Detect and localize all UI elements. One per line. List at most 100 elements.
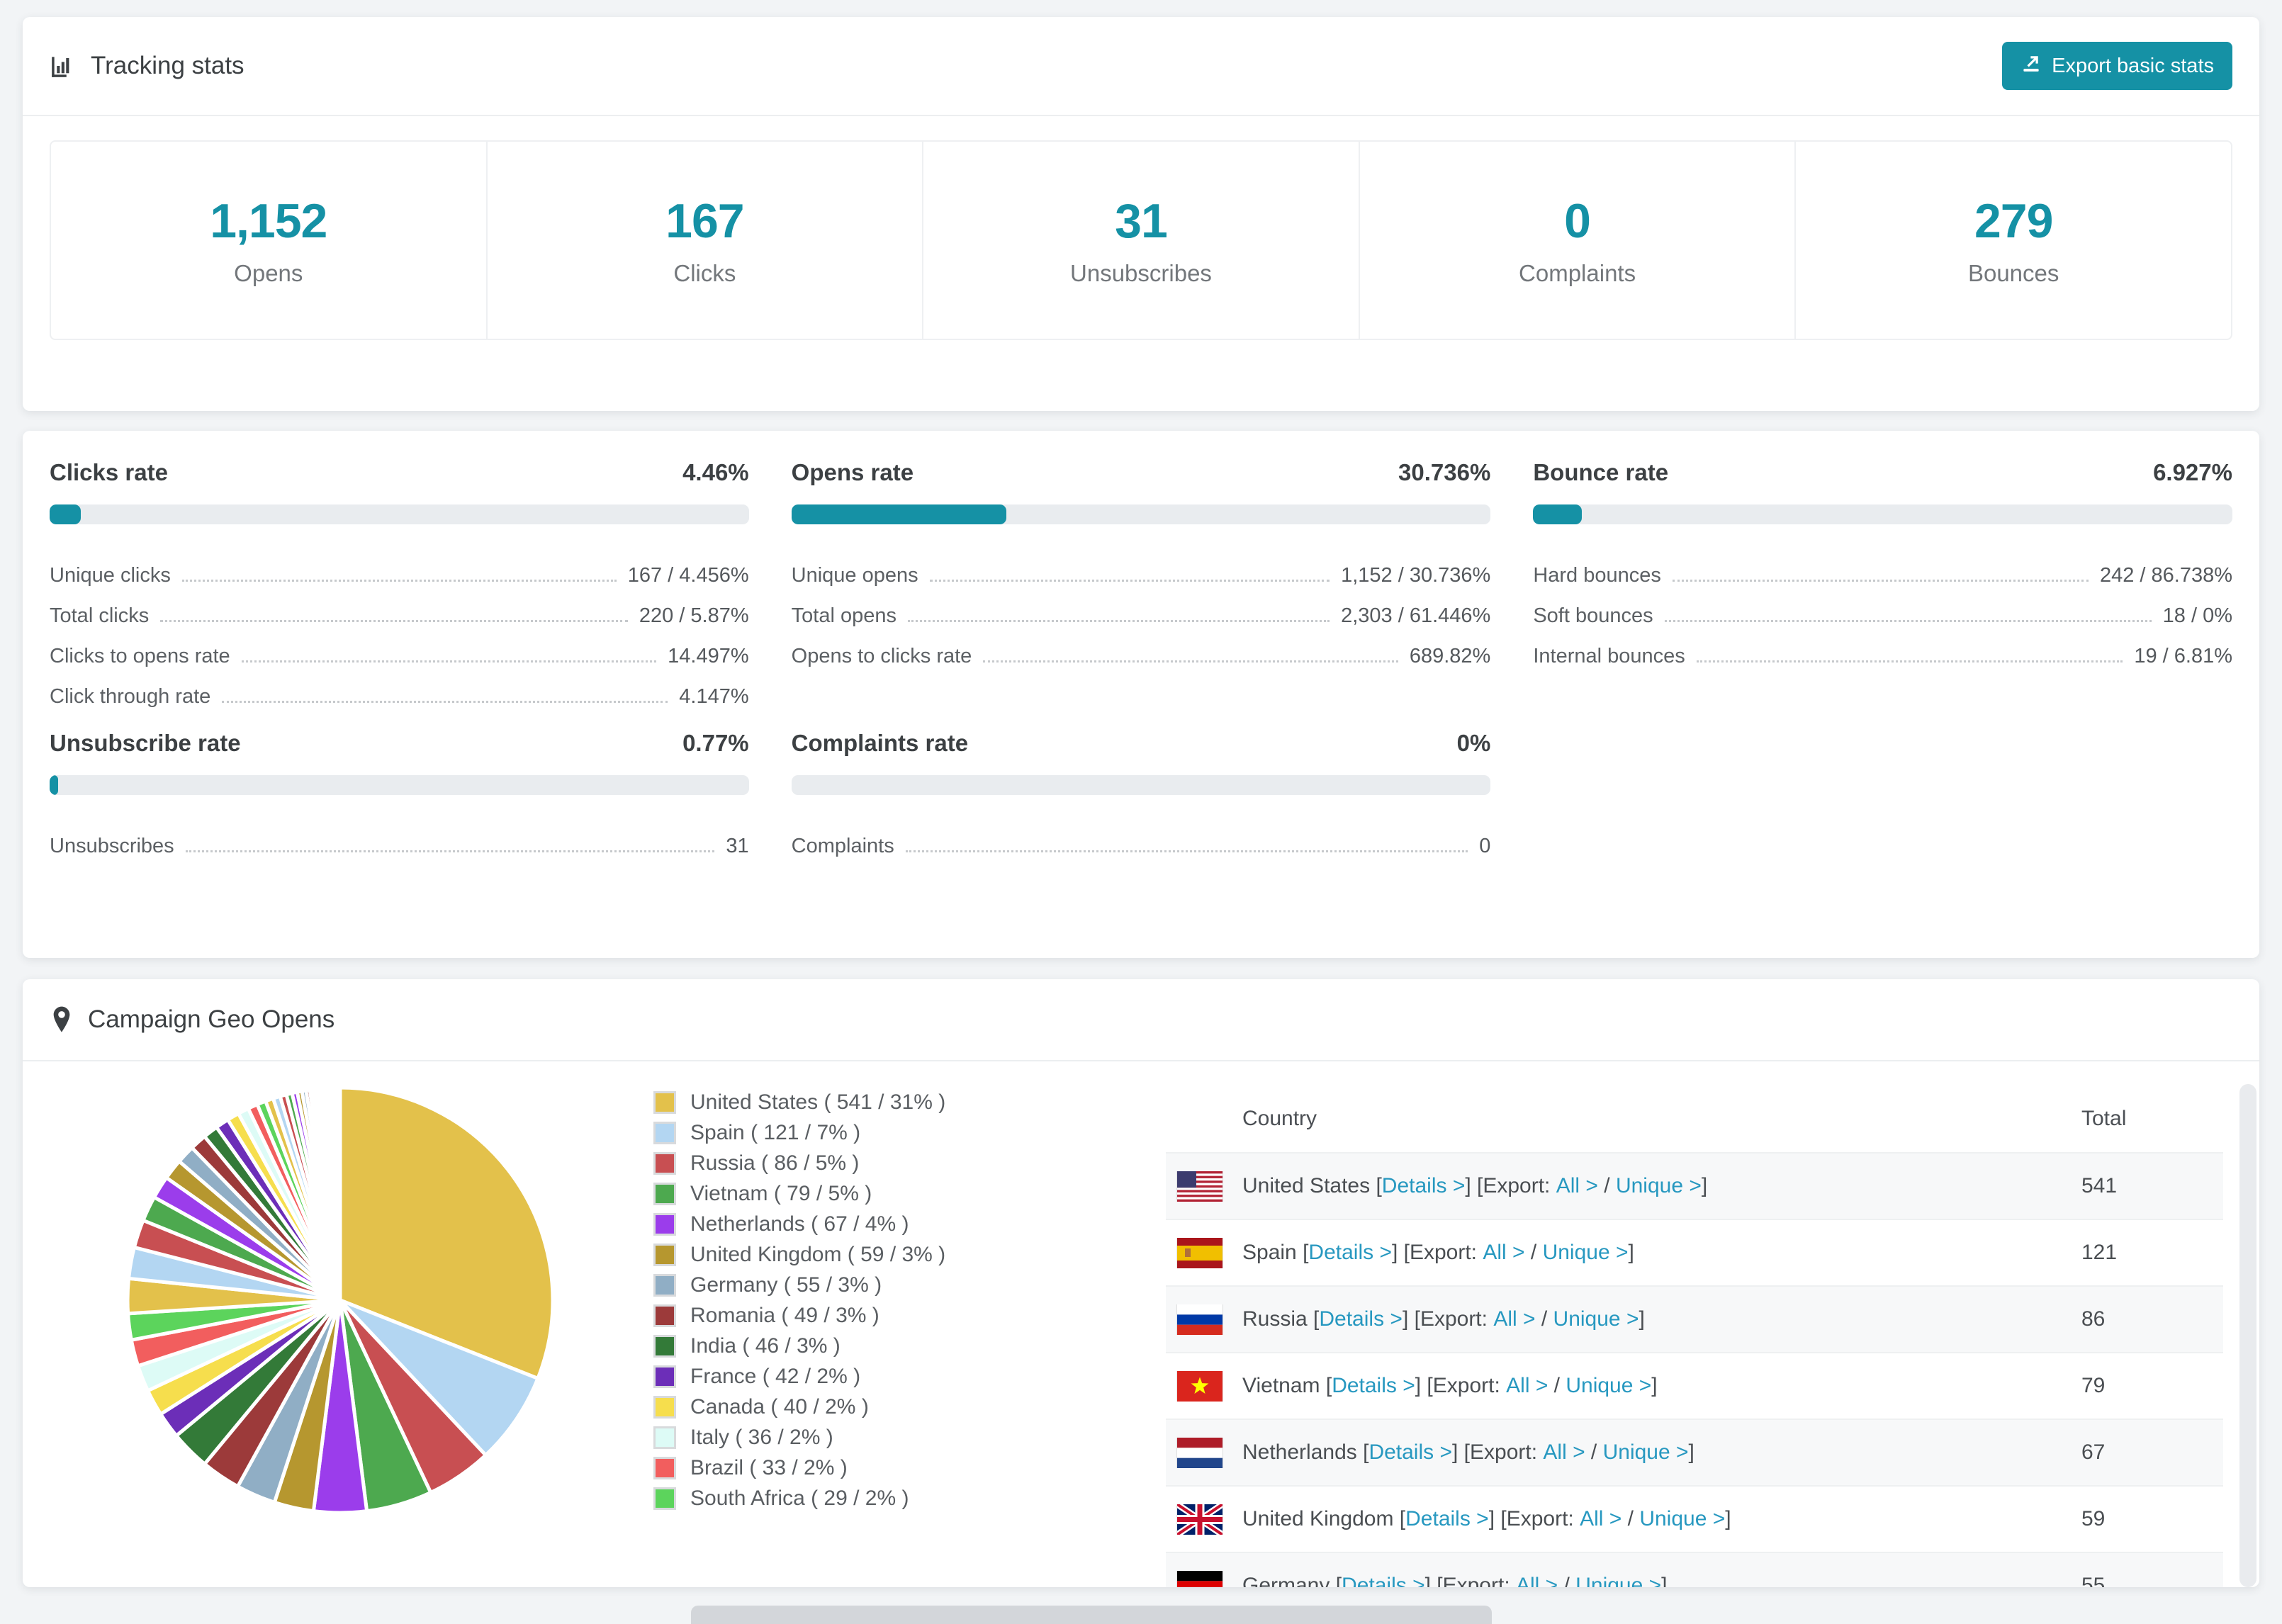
summary-stat-value: 279 (1974, 194, 2053, 248)
export-unique-link[interactable]: Unique > (1616, 1174, 1702, 1198)
us-flag-icon (1177, 1171, 1222, 1202)
rates-grid: Clicks rate 4.46% Unique clicks 167 / 4.456… (50, 459, 2232, 861)
details-link[interactable]: Details > (1382, 1174, 1466, 1198)
summary-stat-cell: 31 Unsubscribes (922, 142, 1359, 339)
rate-detail-value: 242 / 86.738% (2099, 564, 2232, 587)
export-all-link[interactable]: All > (1493, 1307, 1535, 1331)
details-link[interactable]: Details > (1332, 1374, 1415, 1398)
geo-table-country-cell: Germany [Details >] [Export: All > / Uni… (1166, 1570, 2081, 1587)
bottom-scrollbar[interactable] (691, 1606, 1492, 1624)
geo-table-total-cell: 55 (2081, 1574, 2106, 1587)
export-prefix: ] [Export: (1391, 1241, 1483, 1264)
export-all-link[interactable]: All > (1516, 1574, 1558, 1587)
geo-table-total-cell: 59 (2081, 1507, 2106, 1530)
details-link[interactable]: Details > (1405, 1507, 1489, 1531)
geo-country-text: United States [Details >] [Export: All >… (1242, 1174, 1707, 1198)
legend-item: Italy ( 36 / 2% ) (653, 1422, 945, 1453)
geo-country-text: United Kingdom [Details >] [Export: All … (1242, 1507, 1731, 1531)
dotted-leader (241, 660, 657, 662)
rate-detail-value: 19 / 6.81% (2134, 645, 2232, 667)
rate-progress-track (50, 504, 749, 524)
rate-detail-rows: Unique opens 1,152 / 30.736% Total opens 2,… (792, 550, 1491, 671)
link-separator: / (1585, 1440, 1603, 1464)
legend-item: India ( 46 / 3% ) (653, 1331, 945, 1361)
rate-value: 6.927% (2153, 459, 2232, 485)
rate-detail-value: 18 / 0% (2162, 604, 2232, 627)
rate-value: 4.46% (682, 459, 749, 485)
rate-progress-track (791, 775, 1491, 795)
legend-swatch (653, 1304, 676, 1327)
tracking-stats-title: Tracking stats (50, 52, 244, 80)
rate-detail-row: Opens to clicks rate 689.82% (792, 631, 1491, 671)
export-basic-stats-button[interactable]: Export basic stats (2002, 42, 2232, 90)
map-pin-icon (50, 1005, 74, 1034)
geo-country-text: Russia [Details >] [Export: All > / Uniq… (1242, 1307, 1645, 1331)
rate-detail-value: 14.497% (668, 645, 749, 667)
rate-progress-fill (791, 504, 1006, 524)
geo-table-row: United Kingdom [Details >] [Export: All … (1166, 1485, 2223, 1552)
closing-bracket: ] (1688, 1440, 1694, 1464)
rate-title: Unsubscribe rate (50, 730, 241, 756)
export-all-link[interactable]: All > (1580, 1507, 1621, 1531)
rate-detail-rows: Complaints 0 (792, 821, 1491, 861)
summary-stat-label: Clicks (673, 260, 736, 286)
rate-detail-row: Hard bounces 242 / 86.738% (1533, 550, 2232, 590)
details-link[interactable]: Details > (1368, 1440, 1452, 1465)
dotted-leader (1664, 620, 2152, 622)
rate-detail-label: Hard bounces (1533, 564, 1661, 587)
rate-value: 0% (1456, 730, 1491, 756)
legend-swatch (653, 1243, 676, 1266)
legend-swatch (653, 1121, 676, 1144)
closing-bracket: ] (1639, 1307, 1645, 1331)
geo-legend: United States ( 541 / 31% ) Spain ( 121 /… (653, 1087, 945, 1513)
export-unique-link[interactable]: Unique > (1603, 1440, 1689, 1465)
geo-opens-title-text: Campaign Geo Opens (88, 1005, 335, 1033)
geo-opens-header: Campaign Geo Opens (23, 979, 2259, 1061)
country-name: Germany [ (1242, 1574, 1342, 1587)
link-separator: / (1558, 1574, 1576, 1587)
export-unique-link[interactable]: Unique > (1575, 1574, 1661, 1587)
details-link[interactable]: Details > (1342, 1574, 1425, 1587)
export-all-link[interactable]: All > (1556, 1174, 1598, 1198)
export-unique-link[interactable]: Unique > (1566, 1374, 1651, 1398)
details-link[interactable]: Details > (1308, 1241, 1392, 1265)
legend-label: Canada ( 40 / 2% ) (690, 1394, 869, 1419)
summary-stat-cell: 1,152 Opens (51, 142, 486, 339)
legend-item: Germany ( 55 / 3% ) (653, 1270, 945, 1300)
rate-detail-value: 1,152 / 30.736% (1341, 564, 1491, 587)
legend-swatch (653, 1273, 676, 1297)
geo-table-scrollbar[interactable] (2239, 1084, 2256, 1587)
summary-stat-label: Complaints (1519, 260, 1636, 286)
dotted-leader (181, 580, 617, 582)
geo-table-country-cell: United Kingdom [Details >] [Export: All … (1166, 1504, 2081, 1535)
legend-label: France ( 42 / 2% ) (690, 1364, 861, 1388)
closing-bracket: ] (1628, 1241, 1634, 1264)
legend-item: United Kingdom ( 59 / 3% ) (653, 1239, 945, 1270)
rate-detail-rows: Unsubscribes 31 (50, 821, 749, 861)
geo-table-header-row: Country Total (1166, 1086, 2223, 1152)
export-unique-link[interactable]: Unique > (1553, 1307, 1639, 1331)
rate-detail-rows: Hard bounces 242 / 86.738% Soft bounces 18 … (1533, 550, 2232, 671)
rates-card: Clicks rate 4.46% Unique clicks 167 / 4.456… (23, 431, 2259, 958)
export-all-link[interactable]: All > (1506, 1374, 1548, 1398)
legend-item: Netherlands ( 67 / 4% ) (653, 1209, 945, 1239)
rate-header: Clicks rate 4.46% (50, 459, 749, 486)
geo-country-text: Germany [Details >] [Export: All > / Uni… (1242, 1574, 1668, 1587)
export-unique-link[interactable]: Unique > (1543, 1241, 1629, 1265)
legend-label: Russia ( 86 / 5% ) (690, 1151, 860, 1175)
summary-stat-cell: 279 Bounces (1794, 142, 2231, 339)
geo-table-total-cell: 121 (2081, 1241, 2118, 1264)
geo-table-country-cell: Vietnam [Details >] [Export: All > / Uni… (1166, 1370, 2081, 1402)
rate-block-unsubscribe: Unsubscribe rate 0.77% Unsubscribes 31 (50, 730, 749, 861)
export-all-link[interactable]: All > (1483, 1241, 1524, 1265)
rate-detail-value: 0 (1479, 835, 1491, 857)
rate-progress-track (791, 504, 1491, 524)
summary-stat-value: 31 (1115, 194, 1168, 248)
rate-detail-label: Soft bounces (1533, 604, 1653, 627)
legend-label: Vietnam ( 79 / 5% ) (690, 1181, 872, 1205)
rate-detail-label: Opens to clicks rate (791, 645, 972, 667)
details-link[interactable]: Details > (1319, 1307, 1403, 1331)
export-unique-link[interactable]: Unique > (1639, 1507, 1725, 1531)
dotted-leader (905, 850, 1468, 852)
export-all-link[interactable]: All > (1543, 1440, 1585, 1465)
